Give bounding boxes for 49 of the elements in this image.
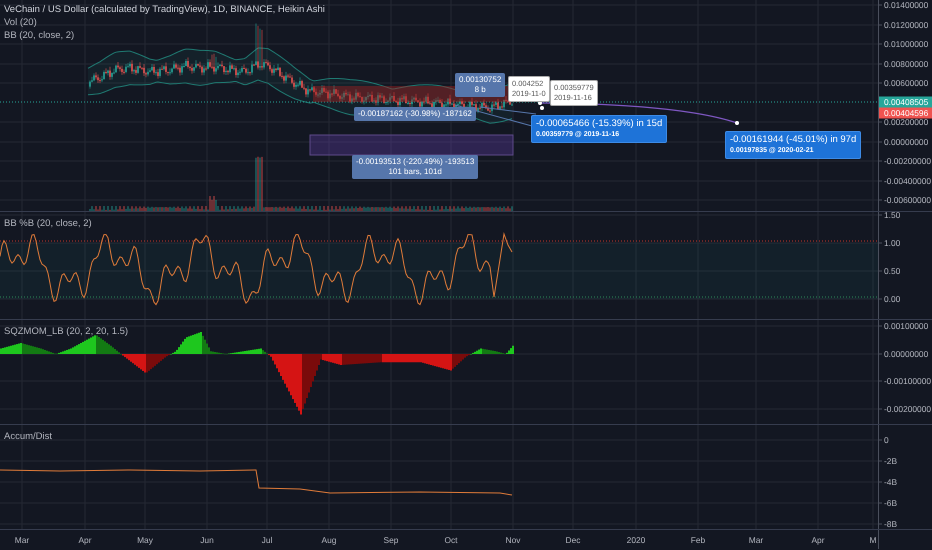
time-label: 2020 [626,535,646,545]
axis-label: 0.01200000 [884,20,928,30]
measure-label: -0.00193513 (-220.49%) -193513 101 bars, 101d [352,155,478,179]
symbol-title: VeChain / US Dollar (calculated by TradingView), 1D, BINANCE, Heikin Ashi [4,3,325,16]
measure-label: 0.00130752 8 b [455,73,506,97]
time-label: Nov [506,535,520,545]
axis-label: -6B [884,498,898,508]
axis-label: 0.00800000 [884,59,928,69]
axis-label: -4B [884,477,898,487]
axis-label: -2B [884,456,898,466]
indicator-title: BB %B (20, close, 2) [4,218,92,229]
time-label: M [870,535,876,545]
axis-label: -0.00200000 [884,404,932,414]
price-tag: 0.00404596 [879,108,932,118]
time-label: Aug [322,535,336,545]
axis-label: 0.00000000 [884,349,928,359]
axis-label: 0.00 [884,294,900,304]
time-label: Jul [262,535,272,545]
axis-label: -0.00400000 [884,176,932,186]
axis-label: 0.01400000 [884,0,928,10]
axis-label: 1.50 [884,212,900,220]
axis-label: -0.00100000 [884,376,932,386]
axis-label: 0.00600000 [884,78,928,88]
axis-label: 0.00000000 [884,137,928,147]
axis-label: -8B [884,519,898,529]
axis-label: 0.01000000 [884,39,928,49]
indicator-title: Accum/Dist [4,431,52,442]
axis-label: 0.00200000 [884,117,928,127]
axis-label: 1.00 [884,238,900,248]
price-tag: 0.00408505 [879,96,932,108]
indicator-title: SQZMOM_LB (20, 2, 20, 1.5) [4,326,128,337]
axis-label: 0 [884,435,889,445]
axis-label: 0.50 [884,266,900,276]
time-label: Jun [200,535,214,545]
time-label: Oct [444,535,458,545]
study-title: BB (20, close, 2) [4,29,76,42]
study-title: Vol (20) [4,16,38,29]
time-label: Sep [384,535,398,545]
time-label: Dec [566,535,580,545]
time-label: Feb [690,535,706,545]
time-label: Apr [811,535,825,545]
time-label: May [137,535,153,545]
time-label: Mar [14,535,30,545]
axis-label: 0.00100000 [884,321,928,331]
time-label: Mar [748,535,764,545]
axis-label: -0.00600000 [884,195,932,205]
measure-label: -0.00187162 (-30.98%) -187162 [354,107,476,121]
time-label: Apr [78,535,92,545]
axis-label: -0.00200000 [884,156,932,166]
